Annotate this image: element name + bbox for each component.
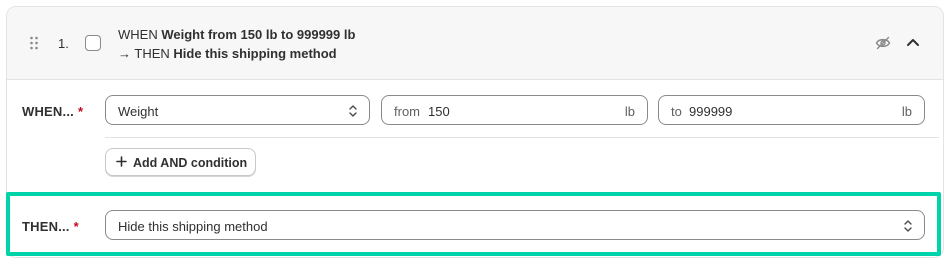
rule-header[interactable]: 1. WHEN Weight from 150 lb to 999999 lb … [7, 7, 943, 80]
summary-then-action: Hide this shipping method [173, 46, 337, 61]
condition-divider [105, 137, 939, 138]
when-label-text: WHEN... [22, 104, 74, 119]
rule-select-checkbox[interactable] [85, 35, 101, 51]
summary-then-prefix: → THEN [118, 46, 170, 61]
to-value: 999999 [689, 104, 733, 119]
chevron-up-icon[interactable] [906, 37, 920, 47]
from-weight-input[interactable]: from 150 lb [381, 95, 648, 125]
summary-when-prefix: WHEN [118, 27, 158, 42]
rule-number: 1. [58, 36, 69, 51]
eye-slash-icon[interactable] [875, 36, 891, 50]
from-value: 150 [428, 104, 450, 119]
to-unit: lb [901, 104, 912, 119]
add-and-condition-label: Add AND condition [133, 156, 248, 170]
condition-select[interactable]: Weight [105, 95, 370, 125]
when-required-mark: * [77, 104, 84, 119]
when-label: WHEN... * [22, 104, 83, 119]
from-unit: lb [624, 104, 635, 119]
to-weight-input[interactable]: to 999999 lb [658, 95, 925, 125]
drag-handle-icon[interactable] [29, 36, 39, 50]
condition-select-value: Weight [118, 104, 159, 119]
summary-when-condition: Weight from 150 lb to 999999 lb [161, 27, 356, 42]
summary-when-line: WHEN Weight from 150 lb to 999999 lb [118, 25, 355, 44]
to-prefix: to [671, 104, 682, 119]
from-prefix: from [394, 104, 420, 119]
summary-then-line: → THEN Hide this shipping method [118, 44, 355, 63]
plus-icon [116, 156, 127, 167]
rule-summary: WHEN Weight from 150 lb to 999999 lb → T… [118, 25, 355, 63]
select-arrows-icon [349, 105, 357, 117]
add-and-condition-button[interactable]: Add AND condition [105, 148, 256, 176]
then-row-highlight [6, 192, 941, 256]
